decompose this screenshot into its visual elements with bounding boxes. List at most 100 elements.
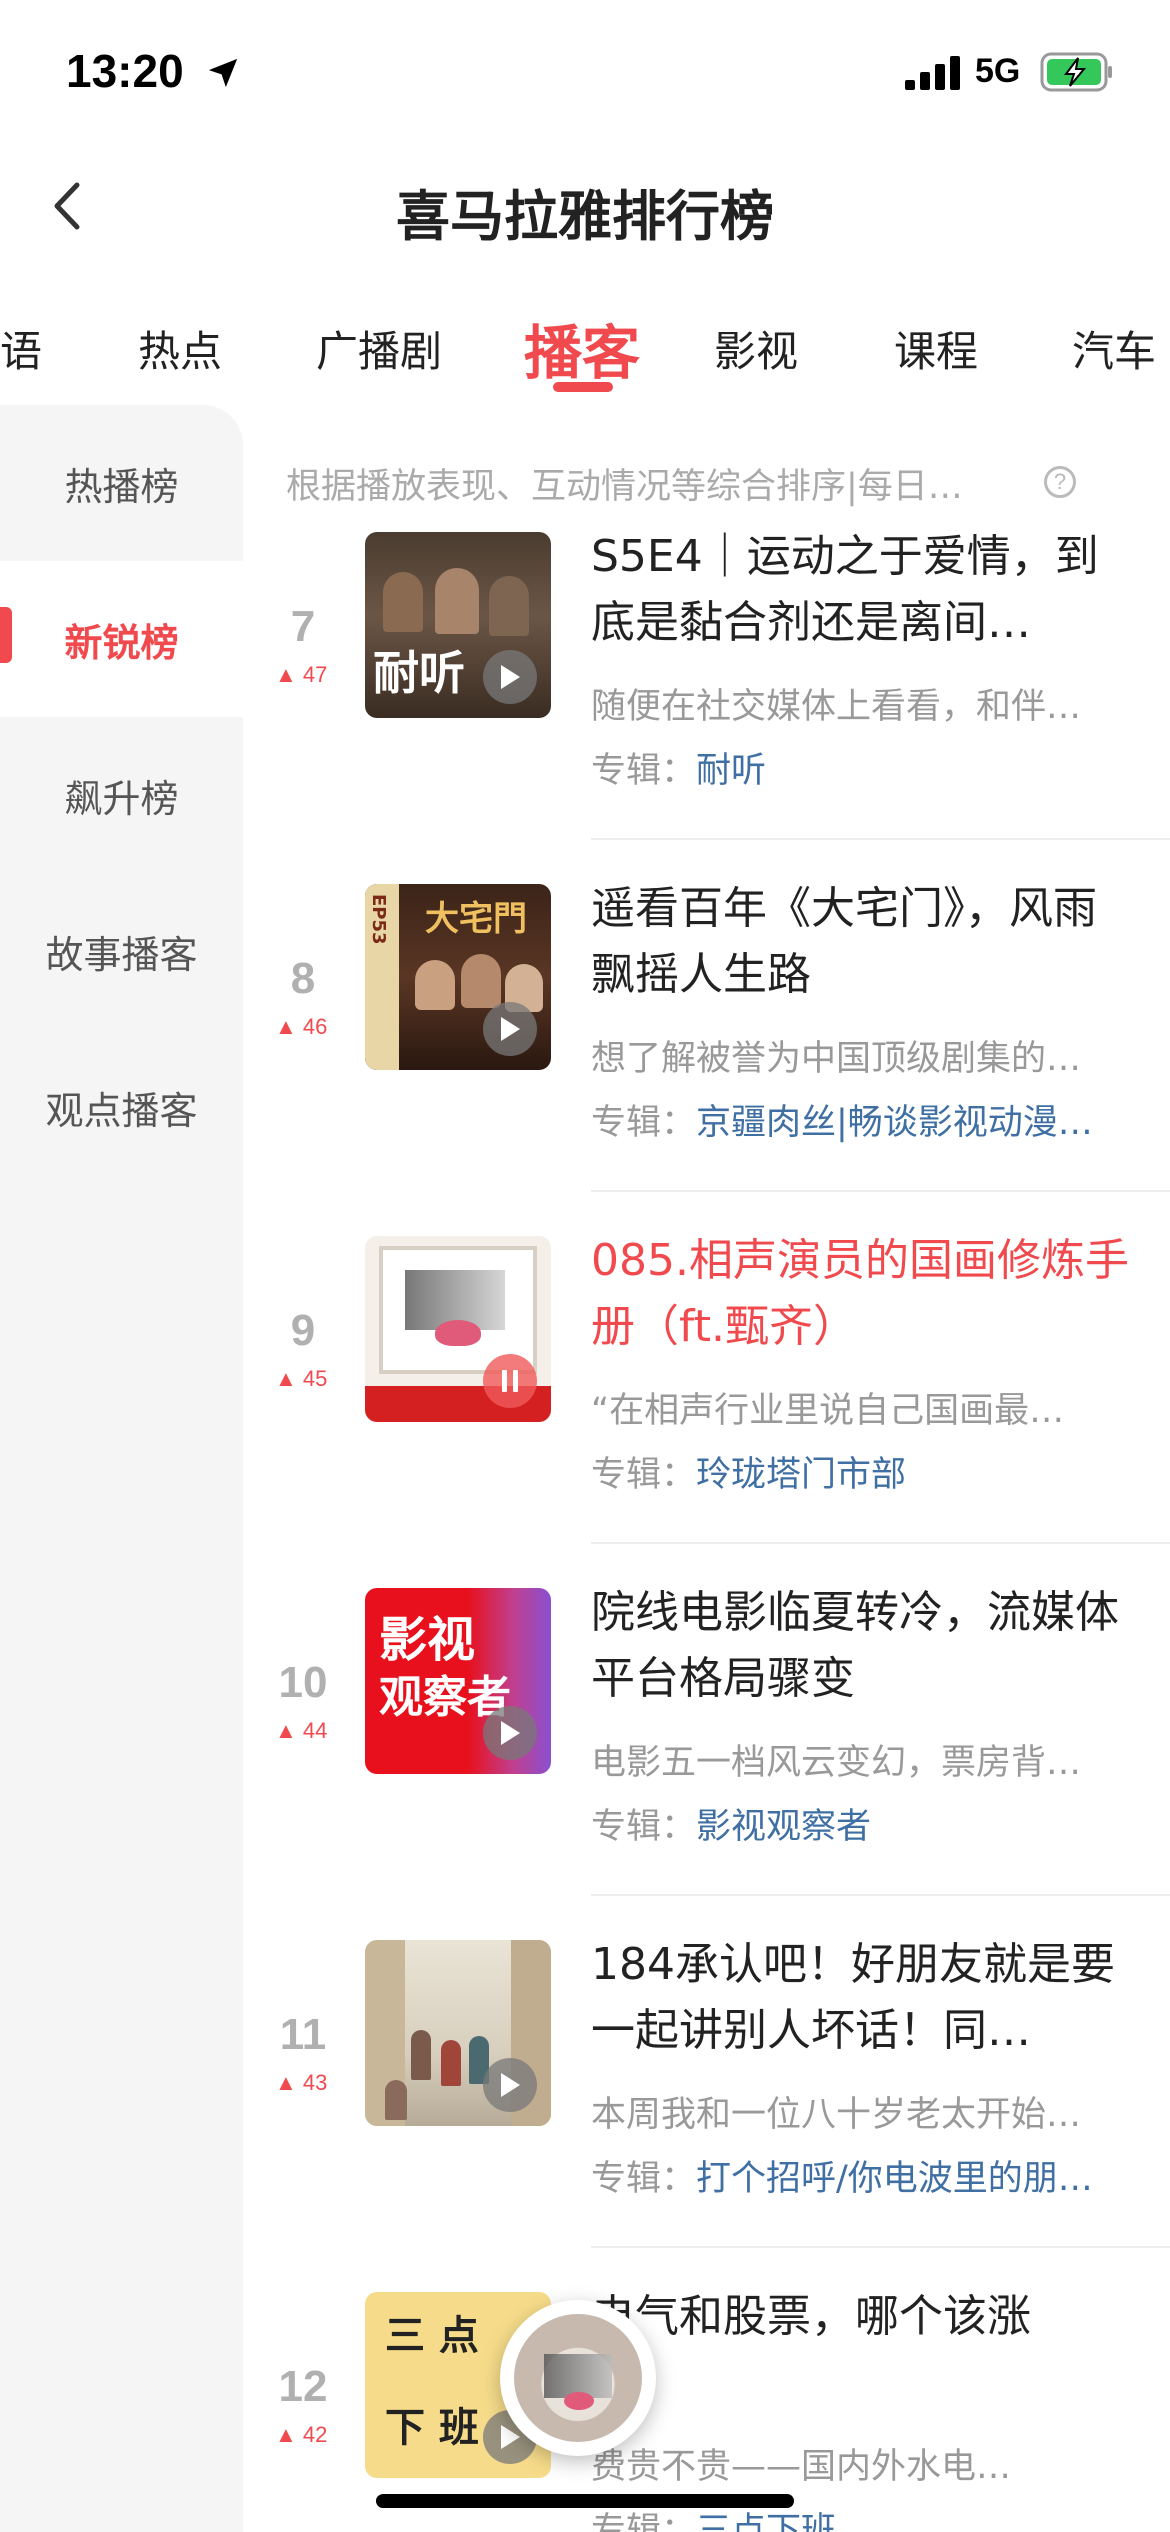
tab-film-tv[interactable]: 影视 — [714, 318, 798, 379]
tab-language[interactable]: 语 — [0, 318, 42, 379]
rank-change: ▲ 46 — [275, 1014, 328, 1039]
album-line: 专辑：耐听 — [591, 742, 1170, 793]
album-label: 专辑： — [591, 1103, 697, 1143]
cellular-signal-icon — [905, 56, 960, 90]
album-label: 专辑： — [591, 751, 697, 791]
album-link[interactable]: 玲珑塔门市部 — [696, 1455, 906, 1495]
episode-description: 想了解被誉为中国顶级剧集的… — [591, 1039, 1082, 1079]
cover-episode: EP53 — [368, 894, 389, 945]
album-label: 专辑： — [591, 1455, 697, 1495]
battery-charging-icon — [1040, 52, 1112, 92]
home-indicator — [376, 2494, 794, 2508]
episode-title: 遥看百年《大宅门》，风雨飘摇人生路 — [591, 883, 1097, 1000]
cover-title: 大宅門 — [425, 899, 527, 939]
album-link[interactable]: 耐听 — [696, 751, 766, 791]
album-link[interactable]: 打个招呼/你电波里的朋… — [696, 2159, 1093, 2199]
episode-cover[interactable]: 影视 观察者 — [365, 1588, 551, 1774]
episode-title: 电气和股票，哪个该涨 — [591, 2291, 1031, 2342]
album-label: 专辑： — [591, 1807, 697, 1847]
rank-number: 9 — [290, 1306, 316, 1355]
rank-number: 12 — [278, 2362, 328, 2411]
album-line: 专辑：影视观察者 — [591, 1798, 1170, 1849]
sidebar-item-story[interactable]: 故事播客 — [0, 873, 243, 1029]
album-link[interactable]: 影视观察者 — [696, 1807, 871, 1847]
play-button[interactable] — [483, 1002, 537, 1056]
tab-hot[interactable]: 热点 — [138, 318, 222, 379]
episode-description: 随便在社交媒体上看看，和伴… — [591, 687, 1082, 727]
album-label: 专辑： — [591, 2511, 697, 2532]
rank-change: ▲ 45 — [275, 1366, 328, 1391]
status-time: 13:20 — [66, 45, 184, 97]
play-button[interactable] — [483, 2058, 537, 2112]
pause-icon — [502, 1370, 518, 1392]
album-line: 专辑：玲珑塔门市部 — [591, 1446, 1170, 1497]
sidebar-item-opinion[interactable]: 观点播客 — [0, 1029, 243, 1185]
episode-cover[interactable]: 耐听 — [365, 532, 551, 718]
episode-title: S5E4｜运动之于爱情，到底是黏合剂还是离间… — [591, 531, 1099, 648]
tab-active-indicator — [553, 382, 613, 392]
list-item[interactable]: 8 ▲ 46 EP53 大宅門 遥看百年《大宅门》，风雨飘摇人生路 想了解被誉为… — [243, 883, 1170, 1236]
rank-change: ▲ 43 — [275, 2070, 328, 2095]
tab-podcast[interactable]: 播客 — [524, 306, 640, 390]
album-label: 专辑： — [591, 2159, 697, 2199]
ranking-sidebar: 热播榜 新锐榜 飙升榜 故事播客 观点播客 — [0, 405, 243, 2532]
floating-player[interactable] — [500, 2300, 656, 2456]
episode-description: “在相声行业里说自己国画最… — [591, 1391, 1065, 1431]
play-button[interactable] — [483, 650, 537, 704]
sidebar-item-rising[interactable]: 飙升榜 — [0, 717, 243, 873]
sidebar-active-indicator — [0, 607, 12, 663]
rank-number: 8 — [290, 954, 316, 1003]
rank-change: ▲ 44 — [275, 1718, 328, 1743]
list-item[interactable]: 11 ▲ 43 184承认吧！好朋友就是要一起讲别人坏话！同… 本周我和一位八十… — [243, 1939, 1170, 2292]
tab-courses[interactable]: 课程 — [894, 318, 978, 379]
divider — [591, 1542, 1170, 1544]
episode-cover[interactable] — [365, 1236, 551, 1422]
tab-radio-drama[interactable]: 广播剧 — [316, 318, 442, 379]
episode-description: 费贵不贵——国内外水电… — [591, 2447, 1012, 2487]
status-bar: 13:20 5G — [0, 0, 1170, 140]
rank-number: 11 — [279, 2010, 327, 2059]
episode-title: 院线电影临夏转冷，流媒体平台格局骤变 — [591, 1587, 1119, 1704]
list-item[interactable]: 7 ▲ 47 耐听 S5E4｜运动之于爱情，到底是黏合剂还是离间… 随便在社交媒… — [243, 531, 1170, 884]
pause-button[interactable] — [483, 1354, 537, 1408]
rank-change: ▲ 42 — [275, 2422, 328, 2447]
divider — [591, 1190, 1170, 1192]
album-link[interactable]: 三点下班 — [696, 2511, 836, 2532]
help-icon[interactable]: ? — [1044, 466, 1076, 498]
page-title: 喜马拉雅排行榜 — [396, 185, 774, 248]
album-line: 专辑：打个招呼/你电波里的朋… — [591, 2150, 1170, 2201]
play-button[interactable] — [483, 1706, 537, 1760]
sidebar-item-hot-play[interactable]: 热播榜 — [0, 405, 243, 561]
play-icon — [501, 665, 520, 689]
play-icon — [501, 2073, 520, 2097]
episode-description: 本周我和一位八十岁老太开始… — [591, 2095, 1082, 2135]
list-item[interactable]: 9 ▲ 45 085.相声演员的国画修炼手册（ft.甄齐） “在相声行业里说自己… — [243, 1235, 1170, 1588]
episode-description: 电影五一档风云变幻，票房背… — [591, 1743, 1082, 1783]
ranking-hint: 根据播放表现、互动情况等综合排序|每日… — [286, 467, 963, 507]
episode-title: 184承认吧！好朋友就是要一起讲别人坏话！同… — [591, 1939, 1115, 2056]
cover-title-line-1: 三 点 — [385, 2313, 479, 2359]
cover-title: 耐听 — [373, 646, 465, 700]
divider — [591, 2246, 1170, 2248]
cover-title-line-2: 下 班 — [385, 2405, 479, 2451]
list-item[interactable]: 10 ▲ 44 影视 观察者 院线电影临夏转冷，流媒体平台格局骤变 电影五一档风… — [243, 1587, 1170, 1940]
rank-change: ▲ 47 — [275, 662, 328, 687]
play-icon — [501, 1721, 520, 1745]
network-type: 5G — [975, 52, 1021, 90]
episode-cover[interactable] — [365, 1940, 551, 2126]
rank-number: 7 — [290, 602, 316, 651]
sidebar-item-new[interactable]: 新锐榜 — [0, 561, 243, 717]
location-arrow-icon — [208, 58, 238, 88]
episode-cover[interactable]: EP53 大宅門 — [365, 884, 551, 1070]
rank-number: 10 — [278, 1658, 328, 1707]
album-link[interactable]: 京疆肉丝|畅谈影视动漫… — [696, 1103, 1093, 1143]
cover-title-line-1: 影视 — [379, 1612, 476, 1668]
tab-auto[interactable]: 汽车 — [1072, 318, 1156, 379]
play-icon — [501, 1017, 520, 1041]
category-tabs: 语 热点 广播剧 播客 影视 课程 汽车 — [0, 300, 1170, 400]
divider — [591, 838, 1170, 840]
divider — [591, 1894, 1170, 1896]
album-line: 专辑：京疆肉丝|畅谈影视动漫… — [591, 1094, 1170, 1145]
episode-title: 085.相声演员的国画修炼手册（ft.甄齐） — [591, 1235, 1129, 1352]
now-playing-cover — [514, 2314, 642, 2442]
